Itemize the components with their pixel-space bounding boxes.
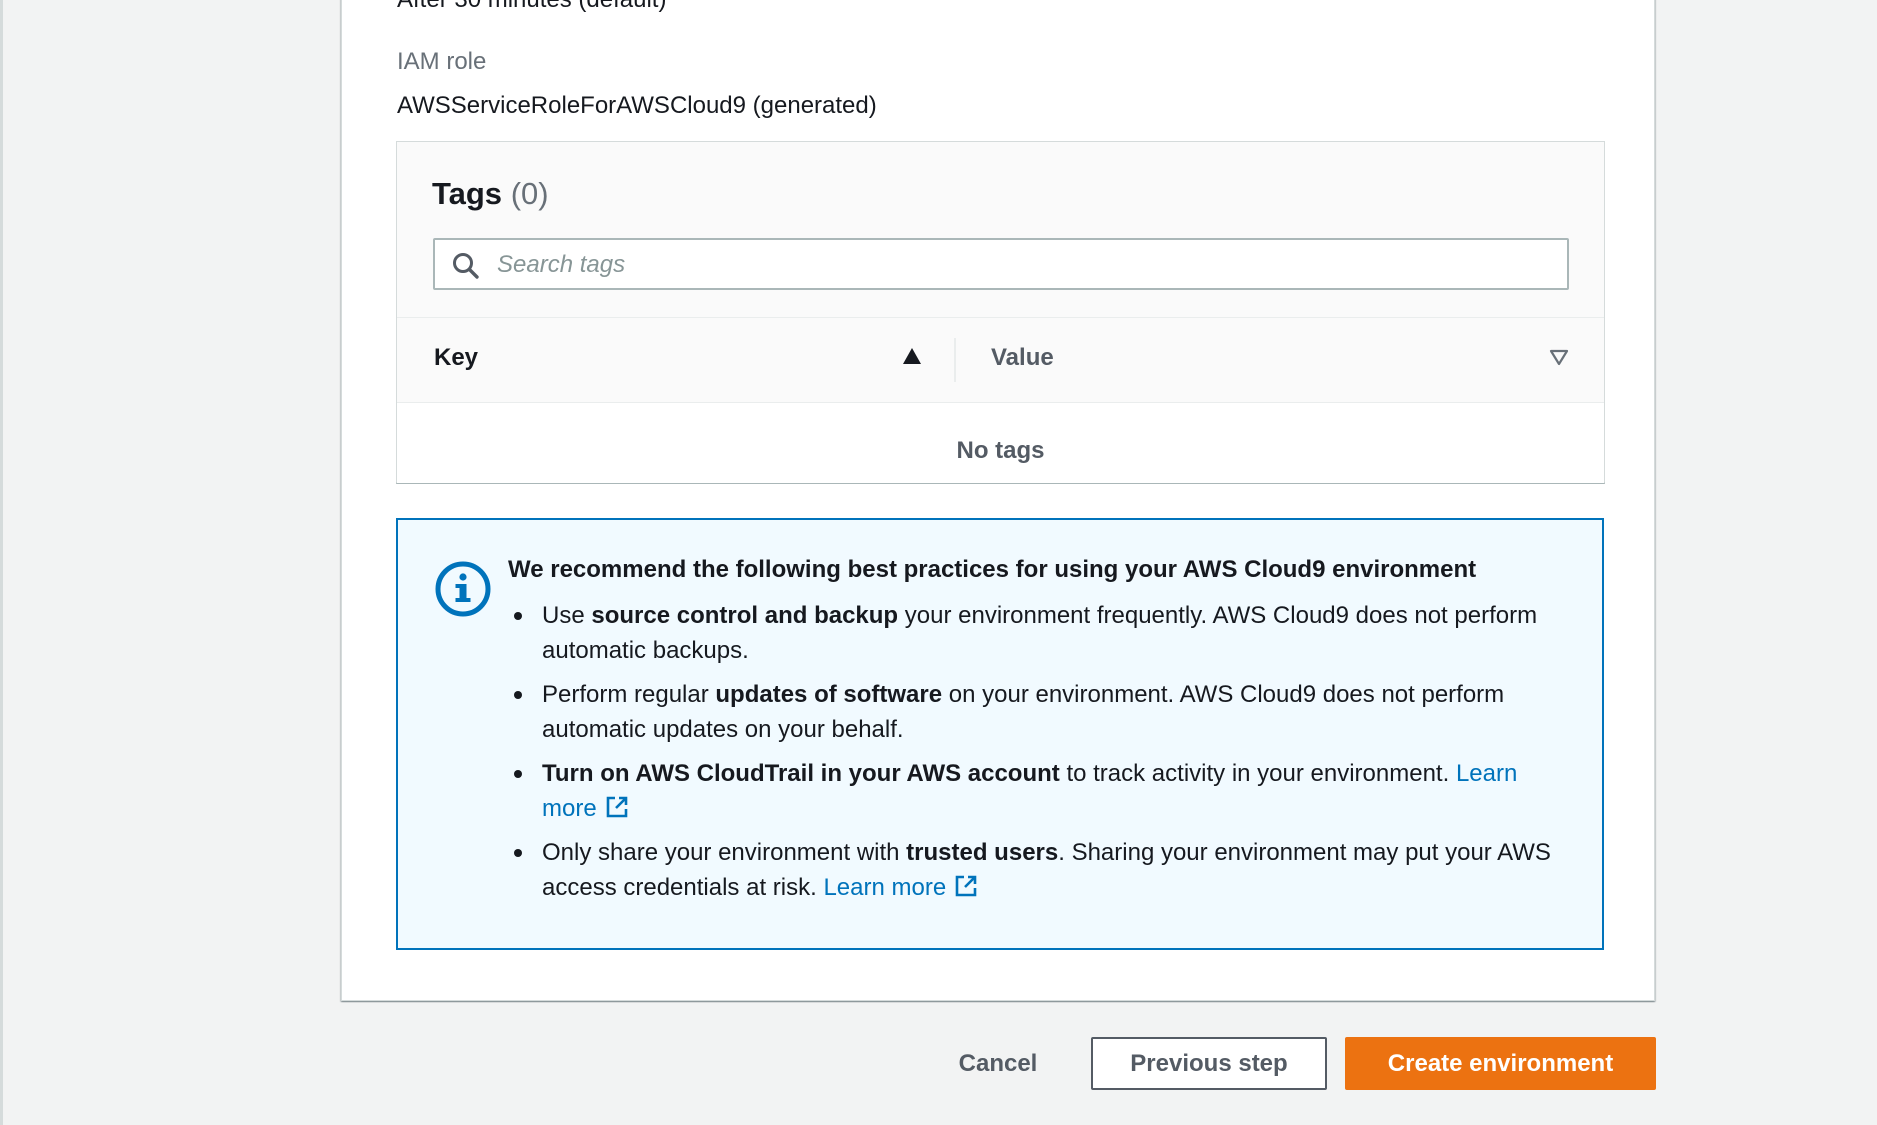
create-environment-button[interactable]: Create environment	[1345, 1037, 1656, 1090]
tags-search-input[interactable]	[495, 240, 1559, 290]
list-item: Only share your environment with trusted…	[508, 835, 1568, 905]
cost-saving-value: After 30 minutes (default)	[397, 0, 666, 14]
empty-state-text: No tags	[956, 437, 1045, 464]
page-left-border	[0, 0, 3, 1125]
list-item: Perform regular updates of software on y…	[508, 677, 1568, 747]
external-link-icon	[606, 796, 627, 818]
iam-role-value: AWSServiceRoleForAWSCloud9 (generated)	[397, 92, 877, 119]
cancel-button[interactable]: Cancel	[935, 1038, 1061, 1090]
best-practices-alert: We recommend the following best practice…	[396, 518, 1604, 950]
tags-table-body: No tags	[397, 403, 1604, 483]
previous-step-button[interactable]: Previous step	[1091, 1037, 1327, 1090]
tags-search-box[interactable]	[433, 238, 1569, 290]
search-icon	[453, 253, 479, 279]
column-header-key[interactable]: Key	[434, 344, 478, 372]
column-header-value[interactable]: Value	[991, 344, 1054, 372]
column-divider[interactable]	[954, 338, 956, 382]
tags-title: Tags	[432, 176, 503, 211]
external-link-icon	[955, 875, 977, 897]
sort-ascending-icon[interactable]	[901, 346, 923, 366]
list-item: Turn on AWS CloudTrail in your AWS accou…	[508, 756, 1568, 826]
sort-none-icon[interactable]	[1549, 349, 1569, 366]
tags-table-header: Key Value	[397, 317, 1604, 403]
tags-header: Tags (0)	[432, 176, 549, 212]
iam-role-label: IAM role	[397, 48, 487, 75]
tags-count: (0)	[510, 176, 549, 211]
best-practices-list: Use source control and backup your envir…	[508, 598, 1568, 914]
learn-more-link[interactable]: Learn more	[823, 874, 978, 901]
tags-panel: Tags (0) Key Value No tags	[396, 141, 1605, 484]
list-item: Use source control and backup your envir…	[508, 598, 1568, 668]
alert-heading: We recommend the following best practice…	[508, 556, 1477, 583]
info-icon	[435, 561, 491, 617]
